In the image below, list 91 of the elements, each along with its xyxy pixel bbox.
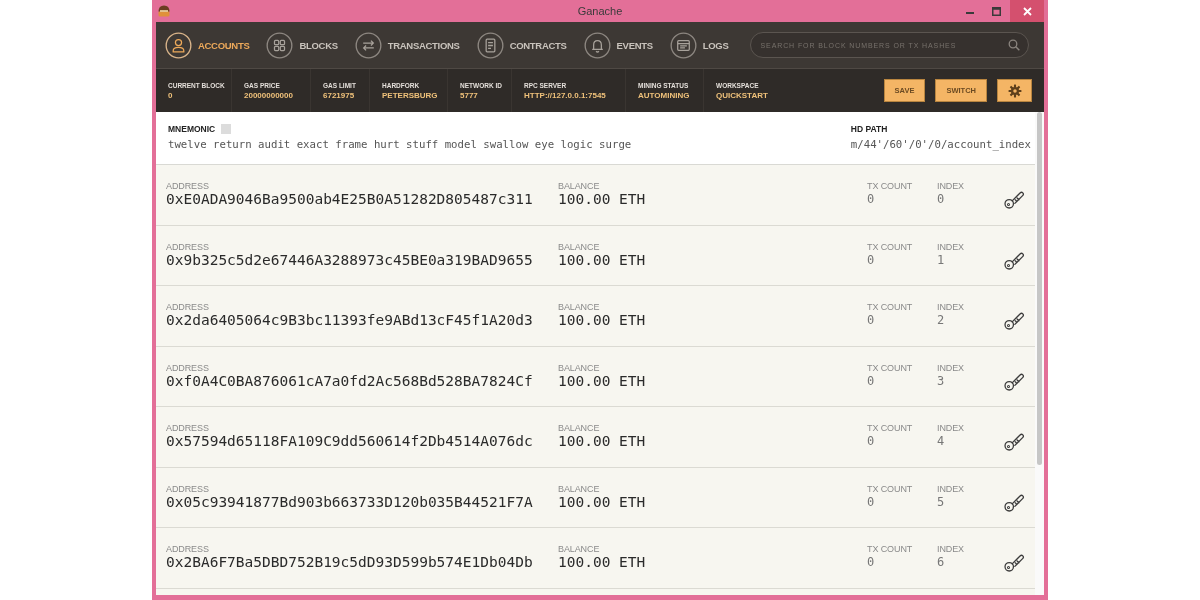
tx-count-label: TX COUNT	[867, 483, 914, 494]
scrollbar-thumb[interactable]	[1037, 112, 1042, 465]
balance-value: 100.00 ETH	[558, 493, 647, 511]
address-label: ADDRESS	[166, 181, 210, 191]
stat-value: 6721975	[323, 90, 356, 100]
stat-value: AUTOMINING	[638, 90, 691, 100]
square-icon	[221, 124, 232, 134]
index-value: 0	[937, 191, 946, 208]
tx-count-value: 0	[867, 433, 876, 450]
index-value: 4	[937, 433, 946, 450]
tx-count-value: 0	[867, 312, 876, 329]
tx-count-value: 0	[867, 372, 876, 390]
balance-label: BALANCE	[558, 302, 601, 312]
balance-label: BALANCE	[558, 362, 601, 373]
balance-value: 100.00 ETH	[558, 372, 647, 390]
nav-tab[interactable]: BLOCKS	[266, 31, 338, 59]
index-value: 6	[937, 554, 946, 571]
minimize-icon	[965, 12, 974, 14]
stat-value: HTTP://127.0.0.1:7545	[524, 90, 607, 100]
window-title: Ganache	[577, 5, 623, 17]
address-label: ADDRESS	[166, 362, 210, 373]
tx-count-label: TX COUNT	[867, 544, 914, 554]
stat-value: PETERSBURG	[382, 90, 439, 100]
balance-value: 100.00 ETH	[558, 251, 647, 269]
address-label: ADDRESS	[166, 423, 210, 433]
address-value: 0xf0A4C0BA876061cA7a0fd2Ac568Bd528BA7824Cf	[166, 372, 534, 390]
settings-button[interactable]	[997, 79, 1032, 102]
app-icon	[158, 5, 170, 17]
person-icon	[165, 31, 192, 59]
index-label: INDEX	[937, 181, 965, 191]
balance-label: BALANCE	[558, 181, 601, 191]
tx-count-value: 0	[867, 554, 876, 571]
tx-count-label: TX COUNT	[867, 181, 914, 191]
document-icon	[476, 31, 504, 59]
address-label: ADDRESS	[166, 302, 210, 312]
balance-value: 100.00 ETH	[558, 433, 647, 450]
index-label: INDEX	[937, 241, 965, 252]
address-label: ADDRESS	[166, 544, 210, 554]
gear-icon	[1007, 83, 1022, 98]
close-button[interactable]	[1010, 0, 1044, 22]
tx-count-label: TX COUNT	[867, 362, 914, 373]
tx-count-label: TX COUNT	[867, 302, 914, 312]
index-value: 5	[937, 493, 946, 511]
balance-label: BALANCE	[558, 241, 601, 252]
balance-value: 100.00 ETH	[558, 191, 647, 208]
address-value: 0x57594d65118FA109C9dd560614f2Db4514A076dc	[166, 433, 534, 450]
nav-tab[interactable]: CONTRACTS	[476, 31, 567, 59]
window-icon	[669, 31, 697, 59]
balance-value: 100.00 ETH	[558, 554, 647, 571]
index-label: INDEX	[937, 362, 965, 373]
balance-label: BALANCE	[558, 423, 601, 433]
tx-count-value: 0	[867, 493, 876, 511]
nav-tab[interactable]: TRANSACTIONS	[354, 31, 460, 59]
hd-path-label: HD PATH	[850, 124, 889, 134]
bell-icon	[583, 31, 611, 59]
address-value: 0x05c93941877Bd903b663733D120b035B44521F7A	[166, 493, 534, 511]
address-label: ADDRESS	[166, 483, 210, 494]
stat-value: 0	[168, 90, 174, 100]
balance-label: BALANCE	[558, 483, 601, 494]
maximize-icon	[992, 6, 1001, 16]
stat-value: QUICKSTART	[716, 90, 769, 100]
mnemonic-words: twelve return audit exact frame hurt stuff model swallow eye logic surge	[168, 138, 632, 151]
stat-value: 20000000000	[244, 90, 294, 100]
index-value: 3	[937, 372, 946, 390]
address-label: ADDRESS	[166, 241, 210, 252]
balance-value: 100.00 ETH	[558, 312, 647, 329]
address-value: 0xE0ADA9046Ba9500ab4E25B0A51282D805487c311	[166, 191, 534, 208]
address-value: 0x2BA6F7Ba5DBD752B19c5dD93D599b574E1Db04Db	[166, 554, 534, 571]
close-icon	[1022, 6, 1032, 16]
tx-count-value: 0	[867, 191, 876, 208]
stat-value: 5777	[460, 90, 479, 100]
tx-count-label: TX COUNT	[867, 241, 914, 252]
arrows-icon	[354, 31, 382, 59]
hd-path-value: m/44'/60'/0'/0/account_index	[850, 138, 1031, 151]
search-icon[interactable]	[1008, 39, 1020, 51]
address-value: 0x2da6405064c9B3bc11393fe9ABd13cF45f1A20d3	[166, 312, 534, 329]
nav-tab[interactable]: EVENTS	[583, 31, 653, 59]
index-label: INDEX	[937, 423, 965, 433]
tx-count-value: 0	[867, 251, 876, 269]
nav-tab[interactable]: LOGS	[669, 31, 729, 59]
address-value: 0x9b325c5d2e67446A3288973c45BE0a319BAD9655	[166, 251, 534, 269]
index-value: 2	[937, 312, 946, 329]
tx-count-label: TX COUNT	[867, 423, 914, 433]
balance-label: BALANCE	[558, 544, 601, 554]
index-label: INDEX	[937, 544, 965, 554]
grid-icon	[266, 31, 294, 59]
index-value: 1	[937, 251, 946, 269]
nav-tab[interactable]: ACCOUNTS	[165, 31, 250, 59]
index-label: INDEX	[937, 483, 965, 494]
index-label: INDEX	[937, 302, 965, 312]
mnemonic-label: MNEMONIC	[168, 124, 216, 134]
